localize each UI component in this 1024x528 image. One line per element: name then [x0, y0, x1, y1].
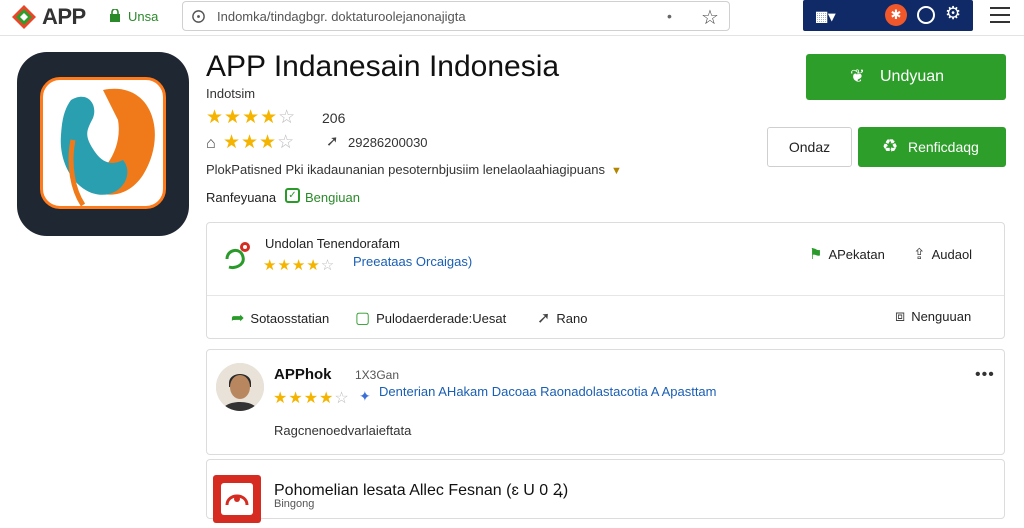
bookmark-icon: ⧈: [895, 308, 906, 325]
developer-name[interactable]: Undolan Tenendorafam: [265, 236, 400, 251]
refresh-icon[interactable]: [191, 9, 206, 24]
install-label: Undyuan: [880, 68, 945, 85]
sync-icon: ♻: [882, 136, 899, 156]
share-icon: ⇪: [913, 246, 926, 263]
description-text: PlokPatisned Pki ikadaunanian pesoternbj…: [206, 162, 605, 177]
rating-stars: ★★★★☆: [206, 107, 297, 128]
chevron-down-icon[interactable]: ▼: [611, 165, 622, 177]
action-forward-label: Rano: [556, 311, 588, 326]
address-bar[interactable]: Indomka/tindagbgr. doktaturoolejanonajig…: [182, 1, 730, 31]
browser-toolbar: APP Unsa Indomka/tindagbgr. doktaturoole…: [0, 0, 1024, 36]
url-text[interactable]: Indomka/tindagbgr. doktaturoolejanonajig…: [217, 9, 466, 24]
app-logo-icon[interactable]: [10, 3, 38, 31]
action-forward[interactable]: ➚ Rano: [537, 308, 587, 328]
app-icon-inner: [40, 77, 166, 209]
comment-icon: ▢: [355, 310, 371, 327]
app-icon-large: [17, 52, 189, 236]
review-card: APPhok 1X3Gan ★★★★☆ ✦ Denterian AHakam D…: [206, 349, 1005, 455]
review-time: 1X3Gan: [355, 368, 400, 382]
hamburger-menu-icon[interactable]: [990, 7, 1010, 23]
gear-icon[interactable]: ⚙: [945, 3, 961, 24]
brand-name[interactable]: APP: [42, 4, 86, 30]
developer-rating-stars: ★★★★☆: [263, 257, 336, 274]
extension-orange-icon[interactable]: ✱: [885, 4, 907, 26]
category-label[interactable]: Ranfeyuana: [206, 190, 276, 205]
check-icon: ✓: [285, 188, 300, 203]
lock-icon: [110, 9, 120, 22]
rating-count: 206: [322, 110, 346, 126]
action-comment[interactable]: ▢ Pulodaerderade:Uesat: [355, 308, 506, 328]
developer-card: Undolan Tenendorafam ★★★★☆ Preeataas Orc…: [206, 222, 1005, 339]
url-menu-dot[interactable]: •: [667, 8, 672, 24]
action-share[interactable]: ➦ Sotaosstatian: [231, 308, 329, 328]
secure-label: Unsa: [128, 9, 159, 24]
reviewer-name[interactable]: APPhok: [274, 366, 332, 383]
pin-icon: [225, 242, 250, 269]
avatar-image: [216, 363, 264, 411]
action-save[interactable]: ⧈ Nenguuan: [895, 308, 971, 326]
review-rating-stars: ★★★★☆: [273, 390, 350, 407]
developer-action-primary-label: APekatan: [828, 247, 885, 262]
news-thumbnail-icon: [221, 483, 253, 515]
flag-icon: ⚑: [809, 246, 823, 263]
download-count: 29286200030: [348, 135, 428, 150]
review-title[interactable]: Denterian AHakam Dacoaa Raonadolastacoti…: [379, 384, 717, 399]
forward-icon: ➦: [231, 310, 245, 327]
verified-label[interactable]: Bengiuan: [305, 190, 360, 205]
news-thumbnail: [213, 475, 261, 523]
app-subtitle: Indotsim: [206, 86, 256, 101]
action-comment-label: Pulodaerderade:Uesat: [376, 311, 507, 326]
extension-grid-icon[interactable]: ▦▾: [815, 8, 835, 25]
review-body: Ragcnenoedvarlaieftata: [274, 423, 412, 438]
circle-icon[interactable]: [917, 6, 935, 24]
news-card[interactable]: Pohomelian lesata Allec Fesnan (ɛ U 0 Ꝝ)…: [206, 459, 1005, 523]
bookmark-star-icon[interactable]: ☆: [701, 5, 719, 30]
extensions-panel: ▦▾ ✱ ⚙: [803, 0, 973, 31]
developer-action-secondary-label: Audaol: [931, 247, 973, 262]
app-title: APP Indanesain Indonesia: [206, 50, 560, 83]
app-description[interactable]: PlokPatisned Pki ikadaunanian pesoternbj…: [206, 162, 622, 177]
developer-action-secondary[interactable]: ⇪ Audaol: [913, 245, 972, 263]
developer-action-primary[interactable]: ⚑ APekatan: [809, 245, 885, 263]
share-icon[interactable]: ➚: [326, 132, 339, 150]
verified-icon: ✦: [359, 388, 371, 404]
rating-stars-secondary: ⌂ ★★★☆: [206, 132, 296, 153]
news-title[interactable]: Pohomelian lesata Allec Fesnan (ɛ U 0 Ꝝ): [274, 478, 568, 500]
other-button[interactable]: Ondaz: [767, 127, 852, 167]
news-subtitle: Bingong: [274, 498, 315, 510]
avatar[interactable]: [216, 363, 264, 411]
install-icon: ❦: [850, 66, 866, 86]
more-icon[interactable]: •••: [975, 366, 995, 384]
action-save-label: Nenguuan: [911, 309, 972, 324]
share-label: Renficdaqg: [908, 139, 979, 155]
share-button[interactable]: ♻ Renficdaqg: [858, 127, 1006, 167]
install-button[interactable]: ❦ Undyuan: [806, 54, 1006, 100]
forward-arrow-icon: ➚: [537, 310, 551, 327]
action-share-label: Sotaosstatian: [250, 311, 330, 326]
developer-link[interactable]: Preeataas Orcaigas): [353, 254, 472, 269]
phone-leaf-icon: [60, 88, 155, 206]
divider: [207, 295, 1004, 296]
